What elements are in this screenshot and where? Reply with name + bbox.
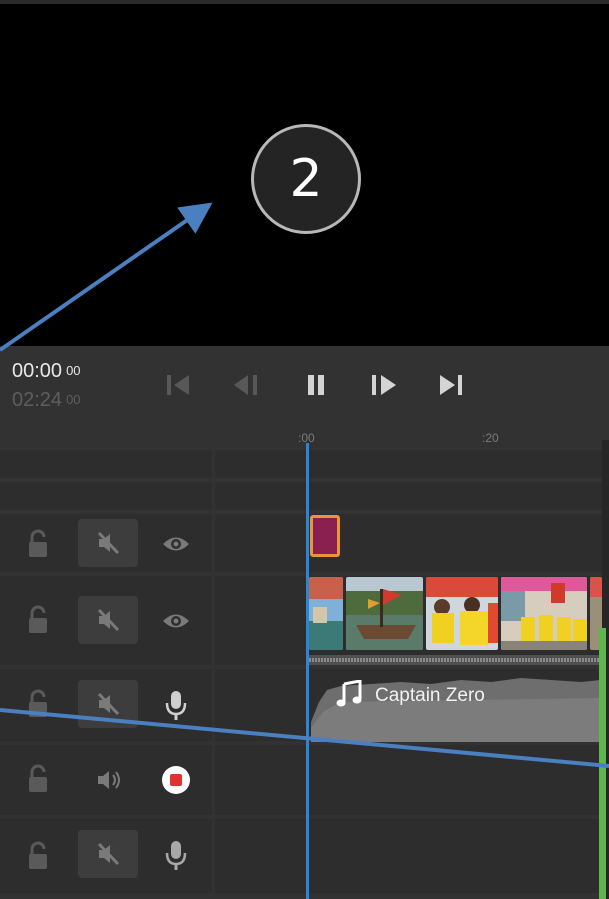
mute-toggle-button[interactable]: [78, 596, 138, 644]
current-frames: 00: [66, 363, 81, 378]
skip-forward-icon: [440, 375, 462, 395]
unlocked-lock-icon[interactable]: [24, 840, 54, 872]
pause-button[interactable]: [298, 368, 334, 402]
video-thumbnail[interactable]: [346, 577, 423, 650]
muted-speaker-icon: [97, 608, 120, 632]
microphone-icon[interactable]: [160, 838, 192, 872]
unlocked-lock-icon[interactable]: [24, 528, 54, 560]
track-header-empty-2: [0, 482, 212, 510]
pause-icon: [308, 375, 324, 395]
track-header-empty-1: [0, 450, 212, 478]
eye-icon[interactable]: [160, 607, 192, 635]
video-audio-waveform: [309, 652, 599, 665]
unlocked-lock-icon[interactable]: [24, 763, 54, 795]
audio-level-meter: [599, 628, 606, 899]
record-icon[interactable]: [160, 764, 192, 796]
step-forward-icon: [372, 375, 396, 395]
video-thumbnail[interactable]: [501, 577, 587, 650]
title-clip[interactable]: [310, 515, 340, 557]
playhead[interactable]: [306, 443, 309, 899]
step-number-badge: 2: [251, 124, 361, 234]
ruler-tick-20: :20: [482, 431, 499, 445]
current-timecode: 00:00 00: [12, 360, 81, 383]
muted-speaker-icon: [97, 531, 120, 555]
mute-toggle-button[interactable]: [78, 756, 138, 804]
eye-icon[interactable]: [160, 530, 192, 558]
track-lane-video-2: [215, 514, 609, 572]
video-thumbnail[interactable]: [309, 577, 343, 650]
video-thumbnail[interactable]: [426, 577, 498, 650]
track-lane-audio-3: [215, 819, 609, 893]
step-back-icon: [234, 375, 257, 395]
video-preview: 2: [0, 0, 609, 346]
mute-toggle-button[interactable]: [78, 680, 138, 728]
go-to-end-button[interactable]: [434, 368, 470, 402]
microphone-icon[interactable]: [160, 688, 192, 722]
step-back-button[interactable]: [228, 368, 264, 402]
duration-time: 02:24: [12, 389, 63, 411]
unlocked-lock-icon[interactable]: [24, 688, 54, 720]
skip-back-icon: [167, 375, 189, 395]
muted-speaker-icon: [97, 692, 120, 716]
mute-toggle-button[interactable]: [78, 830, 138, 878]
step-forward-button[interactable]: [366, 368, 402, 402]
muted-speaker-icon: [97, 842, 120, 866]
duration-frames: 00: [66, 392, 81, 407]
go-to-start-button[interactable]: [160, 368, 196, 402]
preview-top-border: [0, 0, 609, 4]
speaker-icon: [98, 771, 120, 789]
track-lane-audio-2: [215, 745, 609, 815]
track-lane-empty-1: [215, 450, 609, 478]
track-lane-empty-2: [215, 482, 609, 510]
music-note-icon: [336, 679, 362, 713]
unlocked-lock-icon[interactable]: [24, 604, 54, 636]
current-time: 00:00: [12, 360, 63, 382]
mute-toggle-button[interactable]: [78, 519, 138, 567]
audio-clip-title[interactable]: Captain Zero: [375, 685, 485, 707]
duration-timecode: 02:24 00: [12, 389, 81, 412]
